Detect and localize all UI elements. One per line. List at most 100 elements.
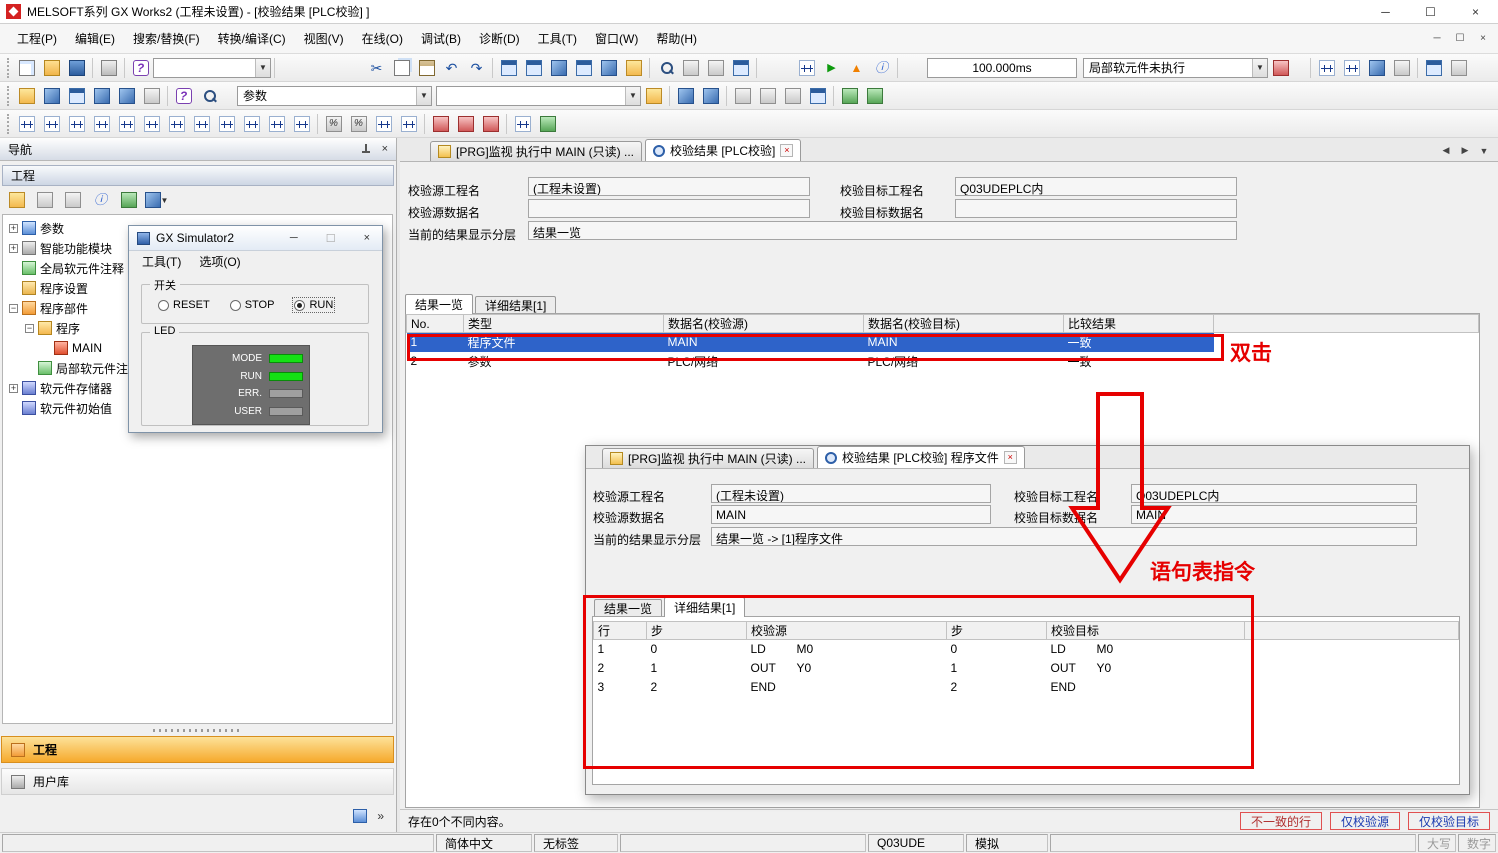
note-button[interactable] [139, 84, 164, 108]
step-run-button[interactable] [510, 112, 535, 136]
jump-target-only-button[interactable]: 仅校验目标 [1408, 812, 1490, 830]
menu-project[interactable]: 工程(P) [8, 25, 66, 52]
tab-result-list[interactable]: 结果一览 [594, 599, 662, 617]
tab-verify-result[interactable]: 校验结果 [PLC校验] × [645, 139, 801, 161]
detail-view-button[interactable] [755, 84, 780, 108]
tree-new-data-button[interactable] [4, 188, 29, 212]
coil-button[interactable] [114, 112, 139, 136]
column-header[interactable]: No. [407, 315, 464, 333]
close-button[interactable]: × [364, 232, 370, 245]
tree-copy-button[interactable] [32, 188, 57, 212]
paste-button[interactable] [414, 56, 439, 80]
new-project-button[interactable] [14, 56, 39, 80]
open-window-button[interactable] [1421, 56, 1446, 80]
open-branch-button[interactable] [64, 112, 89, 136]
column-header[interactable]: 数据名(校验目标) [864, 315, 1064, 333]
tile-window-button[interactable] [1446, 56, 1471, 80]
entry-monitor-button[interactable] [571, 56, 596, 80]
watch-button[interactable] [621, 56, 646, 80]
search-exec-button[interactable] [641, 84, 666, 108]
display-connection-button[interactable] [1364, 56, 1389, 80]
collapse-icon[interactable]: − [9, 304, 18, 313]
intelligent-module-button[interactable] [673, 84, 698, 108]
output-window-button[interactable] [64, 84, 89, 108]
table-row-selected[interactable]: 1 程序文件 MAIN MAIN 一致 [407, 333, 1479, 352]
tree-paste-button[interactable] [60, 188, 85, 212]
search-target-combo[interactable]: 参数 ▼ [237, 86, 432, 106]
column-header[interactable]: 比较结果 [1064, 315, 1214, 333]
monitor-stop-button[interactable] [521, 56, 546, 80]
column-header[interactable]: 类型 [464, 315, 664, 333]
menu-find-replace[interactable]: 搜索/替换(F) [124, 25, 209, 52]
column-header[interactable]: 校验目标 [1047, 622, 1245, 640]
save-project-button[interactable] [64, 56, 89, 80]
tab-scroll-right-button[interactable]: ▶ [1457, 143, 1473, 159]
zoom-out-button[interactable] [1339, 56, 1364, 80]
expand-icon[interactable]: + [9, 244, 18, 253]
close-tab-button[interactable]: × [1004, 451, 1017, 464]
column-header[interactable]: 步 [647, 622, 747, 640]
menu-diagnostics[interactable]: 诊断(D) [470, 25, 529, 52]
redo-button[interactable]: ↷ [464, 56, 489, 80]
toolbar-grip[interactable] [7, 58, 10, 78]
radio-run[interactable]: RUN [294, 299, 333, 311]
mdi-restore-button[interactable]: ☐ [1450, 30, 1470, 47]
close-branch-button[interactable] [89, 112, 114, 136]
forced-io-button[interactable] [478, 112, 503, 136]
detail-row[interactable]: 2 1 OUTY0 1 OUTY0 [594, 659, 1459, 678]
close-contact-button[interactable] [39, 112, 64, 136]
table-row[interactable]: 2 参数 PLC/网络 PLC/网络 一致 [407, 352, 1479, 371]
undo-button[interactable]: ↶ [439, 56, 464, 80]
device-list-button[interactable] [703, 56, 728, 80]
pulse-contact-button[interactable] [264, 112, 289, 136]
column-header[interactable]: 数据名(校验源) [664, 315, 864, 333]
help-context-button[interactable]: ? [171, 84, 196, 108]
plc-view-button[interactable] [39, 84, 64, 108]
simulator-menu-option[interactable]: 选项(O) [199, 253, 240, 270]
ratio-setting-button[interactable]: % [346, 112, 371, 136]
device-batch-monitor-button[interactable] [546, 56, 571, 80]
menu-tool[interactable]: 工具(T) [529, 25, 586, 52]
monitor-start-button[interactable] [496, 56, 521, 80]
find-button[interactable] [653, 56, 678, 80]
expand-icon[interactable]: + [9, 224, 18, 233]
tab-verify-program-file[interactable]: 校验结果 [PLC校验] 程序文件 × [817, 446, 1025, 468]
project-view-button[interactable] [14, 84, 39, 108]
tab-list-button[interactable]: ▼ [1476, 143, 1492, 159]
jump-source-only-button[interactable]: 仅校验源 [1330, 812, 1400, 830]
menu-view[interactable]: 视图(V) [295, 25, 353, 52]
edit-mode-button[interactable] [396, 112, 421, 136]
application-instruction-button[interactable] [139, 112, 164, 136]
radio-stop[interactable]: STOP [230, 299, 275, 311]
zoom-in-button[interactable] [1314, 56, 1339, 80]
device-test-off-button[interactable] [453, 112, 478, 136]
tree-info-button[interactable]: ⓘ [88, 188, 113, 212]
tab-scroll-left-button[interactable]: ◀ [1438, 143, 1454, 159]
detail-row[interactable]: 1 0 LDM0 0 LDM0 [594, 640, 1459, 659]
window-select-combo[interactable]: ▼ [153, 58, 271, 78]
list-view-button[interactable] [730, 84, 755, 108]
detail-row[interactable]: 3 2 END 2 END [594, 678, 1459, 697]
toolbar-grip[interactable] [7, 114, 10, 134]
statement-button[interactable] [114, 84, 139, 108]
search-keyword-combo[interactable]: ▼ [436, 86, 641, 106]
vertical-line-button[interactable] [164, 112, 189, 136]
ratio-display-button[interactable]: % [321, 112, 346, 136]
menu-convert-compile[interactable]: 转换/编译(C) [209, 25, 295, 52]
simulator-ladder-button[interactable] [794, 56, 819, 80]
minimize-button[interactable]: ─ [1363, 0, 1408, 23]
modify-value-button[interactable] [1268, 56, 1293, 80]
tab-prg-monitor[interactable]: [PRG]监视 执行中 MAIN (只读) ... [430, 141, 642, 161]
radio-reset[interactable]: RESET [158, 299, 210, 311]
project-section-header[interactable]: 工程 [2, 165, 394, 186]
minimize-button[interactable]: ─ [290, 232, 298, 245]
local-device-exec-combo[interactable]: 局部软元件未执行 ▼ [1083, 58, 1268, 78]
column-header[interactable]: 步 [947, 622, 1047, 640]
pin-icon[interactable] [360, 143, 372, 155]
tab-detail-result[interactable]: 详细结果[1] [664, 597, 745, 617]
search-device-button[interactable] [196, 84, 221, 108]
comment-display-button[interactable] [728, 56, 753, 80]
module-monitor-button[interactable] [698, 84, 723, 108]
menu-window[interactable]: 窗口(W) [586, 25, 647, 52]
simulator-warning-button[interactable]: ▲ [844, 56, 869, 80]
